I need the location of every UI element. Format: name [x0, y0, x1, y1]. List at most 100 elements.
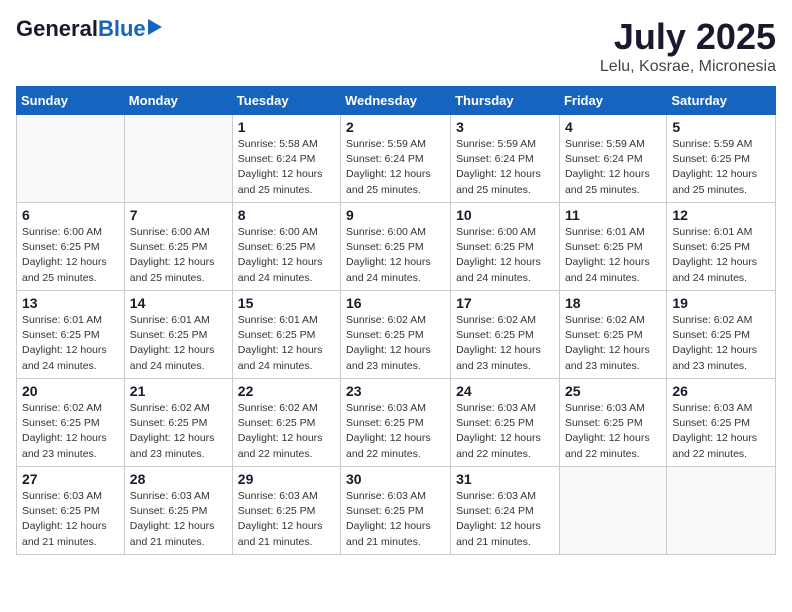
day-cell: 31 Sunrise: 6:03 AM Sunset: 6:24 PM Dayli…: [451, 467, 560, 555]
day-info: Sunrise: 6:02 AM Sunset: 6:25 PM Dayligh…: [565, 313, 661, 374]
calendar-table: SundayMondayTuesdayWednesdayThursdayFrid…: [16, 86, 776, 555]
day-cell: 27Sunrise: 6:03 AM Sunset: 6:25 PM Dayli…: [17, 467, 125, 555]
day-info: Sunrise: 6:00 AM Sunset: 6:25 PM Dayligh…: [22, 225, 119, 286]
day-cell: 2Sunrise: 5:59 AM Sunset: 6:24 PM Daylig…: [341, 115, 451, 203]
header-cell-friday: Friday: [559, 87, 666, 115]
logo-arrow-icon: [148, 19, 162, 35]
day-info: Sunrise: 6:02 AM Sunset: 6:25 PM Dayligh…: [456, 313, 554, 374]
day-info: Sunrise: 5:59 AM Sunset: 6:25 PM Dayligh…: [672, 137, 770, 198]
week-row-1: 1 Sunrise: 5:58 AM Sunset: 6:24 PM Daylig…: [17, 115, 776, 203]
day-info: Sunrise: 6:02 AM Sunset: 6:25 PM Dayligh…: [22, 401, 119, 462]
day-cell: 8Sunrise: 6:00 AM Sunset: 6:25 PM Daylig…: [232, 203, 340, 291]
day-info: Sunrise: 6:03 AM Sunset: 6:25 PM Dayligh…: [346, 401, 445, 462]
day-cell: 28 Sunrise: 6:03 AM Sunset: 6:25 PM Dayli…: [124, 467, 232, 555]
day-info: Sunrise: 6:03 AM Sunset: 6:25 PM Dayligh…: [346, 489, 445, 550]
header-row: SundayMondayTuesdayWednesdayThursdayFrid…: [17, 87, 776, 115]
day-cell: 3 Sunrise: 5:59 AM Sunset: 6:24 PM Daylig…: [451, 115, 560, 203]
day-cell: 22 Sunrise: 6:02 AM Sunset: 6:25 PM Dayli…: [232, 379, 340, 467]
day-cell: 21Sunrise: 6:02 AM Sunset: 6:25 PM Dayli…: [124, 379, 232, 467]
day-number: 7: [130, 207, 227, 223]
day-cell: [559, 467, 666, 555]
day-info: Sunrise: 6:00 AM Sunset: 6:25 PM Dayligh…: [456, 225, 554, 286]
day-number: 11: [565, 207, 661, 223]
day-number: 24: [456, 383, 554, 399]
header-cell-tuesday: Tuesday: [232, 87, 340, 115]
day-number: 29: [238, 471, 335, 487]
day-info: Sunrise: 5:59 AM Sunset: 6:24 PM Dayligh…: [346, 137, 445, 198]
day-number: 20: [22, 383, 119, 399]
week-row-2: 6 Sunrise: 6:00 AM Sunset: 6:25 PM Daylig…: [17, 203, 776, 291]
week-row-3: 13 Sunrise: 6:01 AM Sunset: 6:25 PM Dayli…: [17, 291, 776, 379]
logo-blue: Blue: [98, 16, 146, 42]
title-section: July 2025 Lelu, Kosrae, Micronesia: [600, 16, 776, 76]
calendar-header: SundayMondayTuesdayWednesdayThursdayFrid…: [17, 87, 776, 115]
day-info: Sunrise: 6:01 AM Sunset: 6:25 PM Dayligh…: [22, 313, 119, 374]
day-number: 4: [565, 119, 661, 135]
day-info: Sunrise: 5:59 AM Sunset: 6:24 PM Dayligh…: [456, 137, 554, 198]
day-info: Sunrise: 6:02 AM Sunset: 6:25 PM Dayligh…: [238, 401, 335, 462]
day-cell: 18 Sunrise: 6:02 AM Sunset: 6:25 PM Dayli…: [559, 291, 666, 379]
day-info: Sunrise: 6:03 AM Sunset: 6:24 PM Dayligh…: [456, 489, 554, 550]
day-cell: 4 Sunrise: 5:59 AM Sunset: 6:24 PM Daylig…: [559, 115, 666, 203]
day-number: 30: [346, 471, 445, 487]
day-number: 16: [346, 295, 445, 311]
day-cell: 5Sunrise: 5:59 AM Sunset: 6:25 PM Daylig…: [667, 115, 776, 203]
day-number: 14: [130, 295, 227, 311]
day-cell: 23 Sunrise: 6:03 AM Sunset: 6:25 PM Dayli…: [341, 379, 451, 467]
day-number: 22: [238, 383, 335, 399]
header-cell-thursday: Thursday: [451, 87, 560, 115]
day-number: 3: [456, 119, 554, 135]
day-info: Sunrise: 6:02 AM Sunset: 6:25 PM Dayligh…: [346, 313, 445, 374]
day-number: 15: [238, 295, 335, 311]
day-number: 6: [22, 207, 119, 223]
day-info: Sunrise: 6:03 AM Sunset: 6:25 PM Dayligh…: [22, 489, 119, 550]
day-info: Sunrise: 5:58 AM Sunset: 6:24 PM Dayligh…: [238, 137, 335, 198]
calendar-body: 1 Sunrise: 5:58 AM Sunset: 6:24 PM Daylig…: [17, 115, 776, 555]
day-cell: 9Sunrise: 6:00 AM Sunset: 6:25 PM Daylig…: [341, 203, 451, 291]
logo-general: General: [16, 16, 98, 42]
day-number: 10: [456, 207, 554, 223]
day-cell: 14Sunrise: 6:01 AM Sunset: 6:25 PM Dayli…: [124, 291, 232, 379]
day-number: 17: [456, 295, 554, 311]
main-title: July 2025: [600, 16, 776, 58]
day-info: Sunrise: 6:02 AM Sunset: 6:25 PM Dayligh…: [672, 313, 770, 374]
day-number: 28: [130, 471, 227, 487]
day-info: Sunrise: 6:02 AM Sunset: 6:25 PM Dayligh…: [130, 401, 227, 462]
day-cell: 19Sunrise: 6:02 AM Sunset: 6:25 PM Dayli…: [667, 291, 776, 379]
day-number: 25: [565, 383, 661, 399]
day-cell: 26Sunrise: 6:03 AM Sunset: 6:25 PM Dayli…: [667, 379, 776, 467]
day-cell: 13 Sunrise: 6:01 AM Sunset: 6:25 PM Dayli…: [17, 291, 125, 379]
day-cell: 7 Sunrise: 6:00 AM Sunset: 6:25 PM Daylig…: [124, 203, 232, 291]
day-info: Sunrise: 6:01 AM Sunset: 6:25 PM Dayligh…: [565, 225, 661, 286]
day-number: 1: [238, 119, 335, 135]
week-row-4: 20 Sunrise: 6:02 AM Sunset: 6:25 PM Dayli…: [17, 379, 776, 467]
day-info: Sunrise: 6:03 AM Sunset: 6:25 PM Dayligh…: [456, 401, 554, 462]
day-number: 31: [456, 471, 554, 487]
day-cell: 30 Sunrise: 6:03 AM Sunset: 6:25 PM Dayli…: [341, 467, 451, 555]
day-number: 12: [672, 207, 770, 223]
day-cell: 24 Sunrise: 6:03 AM Sunset: 6:25 PM Dayli…: [451, 379, 560, 467]
day-number: 23: [346, 383, 445, 399]
day-number: 18: [565, 295, 661, 311]
day-info: Sunrise: 6:03 AM Sunset: 6:25 PM Dayligh…: [130, 489, 227, 550]
day-number: 26: [672, 383, 770, 399]
day-cell: 17 Sunrise: 6:02 AM Sunset: 6:25 PM Dayli…: [451, 291, 560, 379]
week-row-5: 27Sunrise: 6:03 AM Sunset: 6:25 PM Dayli…: [17, 467, 776, 555]
day-cell: 15Sunrise: 6:01 AM Sunset: 6:25 PM Dayli…: [232, 291, 340, 379]
day-info: Sunrise: 6:00 AM Sunset: 6:25 PM Dayligh…: [130, 225, 227, 286]
day-cell: [17, 115, 125, 203]
day-number: 9: [346, 207, 445, 223]
day-info: Sunrise: 5:59 AM Sunset: 6:24 PM Dayligh…: [565, 137, 661, 198]
day-cell: 10 Sunrise: 6:00 AM Sunset: 6:25 PM Dayli…: [451, 203, 560, 291]
day-info: Sunrise: 6:03 AM Sunset: 6:25 PM Dayligh…: [565, 401, 661, 462]
day-cell: 11 Sunrise: 6:01 AM Sunset: 6:25 PM Dayli…: [559, 203, 666, 291]
day-cell: 12 Sunrise: 6:01 AM Sunset: 6:25 PM Dayli…: [667, 203, 776, 291]
day-number: 13: [22, 295, 119, 311]
header-cell-wednesday: Wednesday: [341, 87, 451, 115]
day-cell: 1 Sunrise: 5:58 AM Sunset: 6:24 PM Daylig…: [232, 115, 340, 203]
day-info: Sunrise: 6:01 AM Sunset: 6:25 PM Dayligh…: [672, 225, 770, 286]
day-cell: [124, 115, 232, 203]
day-cell: 25 Sunrise: 6:03 AM Sunset: 6:25 PM Dayli…: [559, 379, 666, 467]
logo: General Blue: [16, 16, 162, 42]
day-cell: 16 Sunrise: 6:02 AM Sunset: 6:25 PM Dayli…: [341, 291, 451, 379]
